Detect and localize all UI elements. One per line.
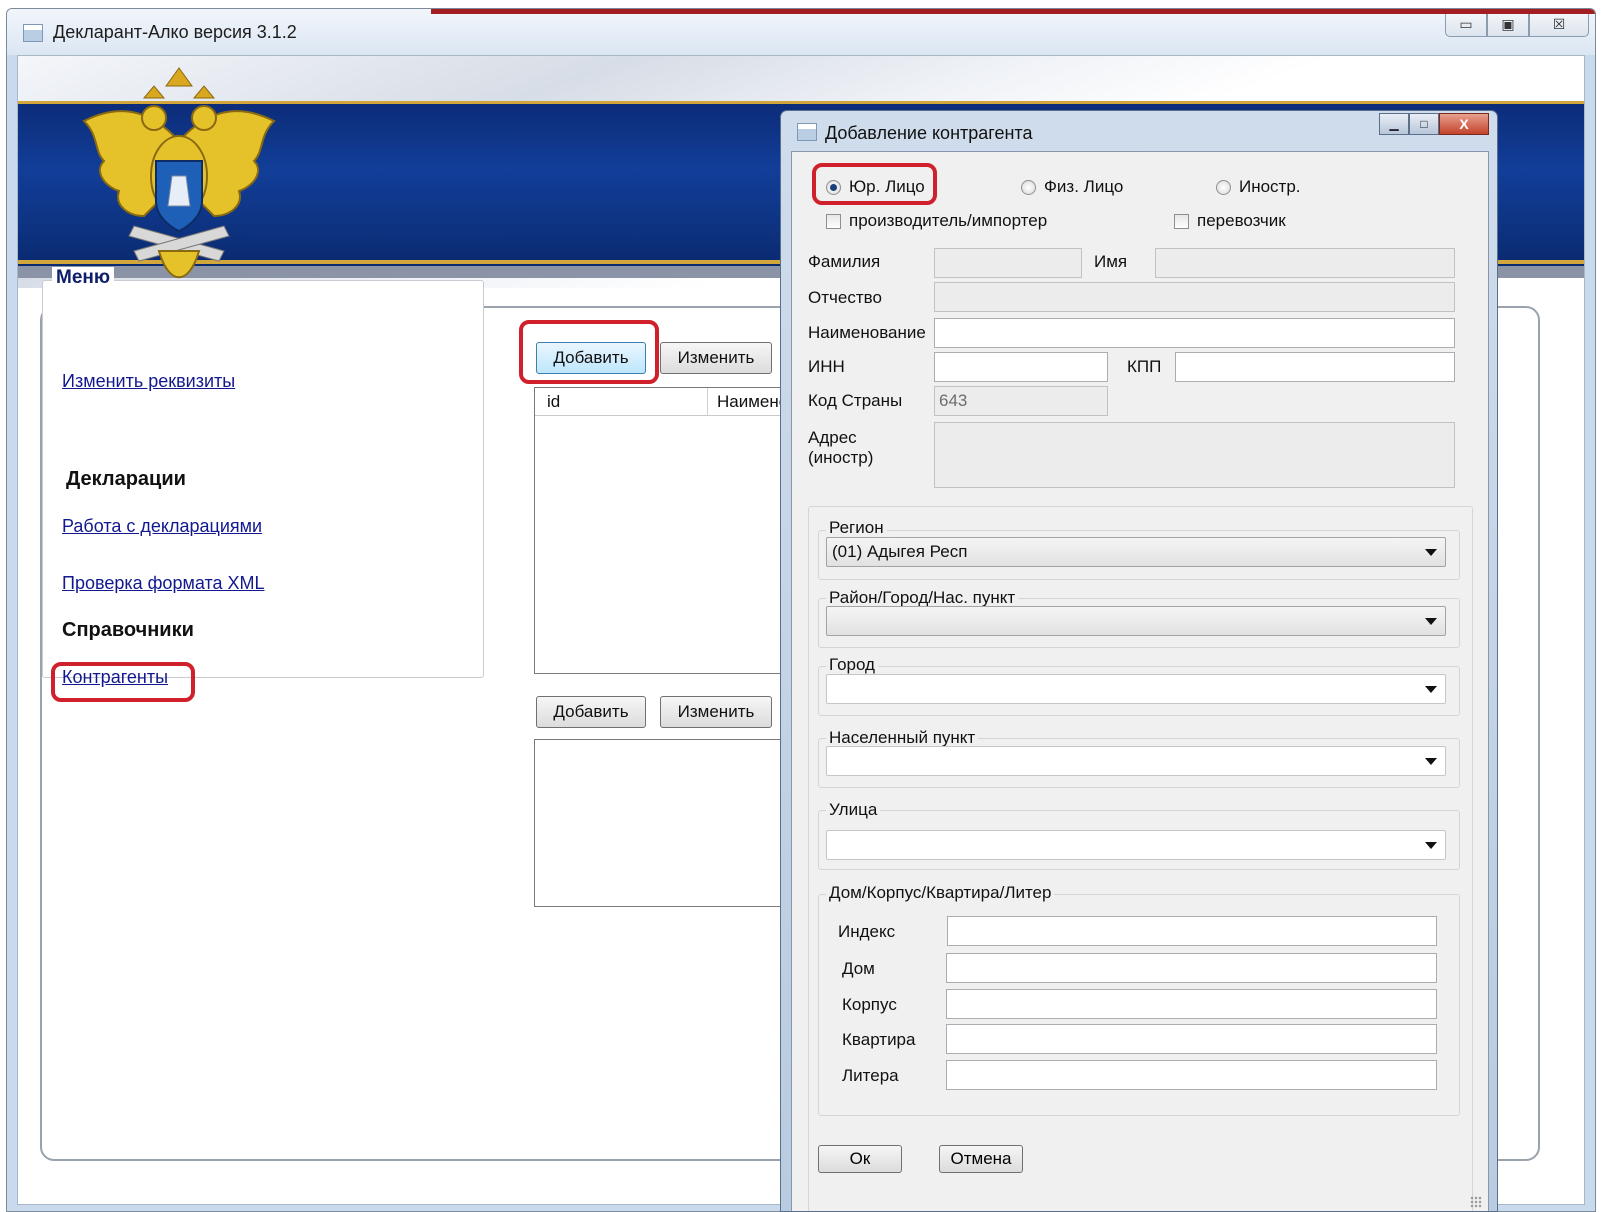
- address-label-foreign: (иностр): [808, 448, 874, 467]
- carrier-label: перевозчик: [1197, 211, 1286, 230]
- menu-title: Меню: [52, 267, 115, 289]
- region-group-title: Регион: [826, 518, 887, 538]
- inn-label: ИНН: [808, 357, 845, 376]
- settlement-group-title: Населенный пункт: [826, 728, 979, 748]
- litera-field[interactable]: [946, 1060, 1437, 1090]
- dialog-window-controls: ▁ □ X: [1379, 113, 1489, 135]
- house-group-title: Дом/Корпус/Квартира/Литер: [826, 883, 1055, 903]
- dialog-minimize-icon[interactable]: ▁: [1379, 113, 1409, 135]
- dropdown-arrow-icon: [1425, 618, 1437, 625]
- region-combo-value: (01) Адыгея Респ: [832, 542, 968, 561]
- window-title: Декларант-Алко версия 3.1.2: [53, 22, 297, 42]
- checkbox-icon: [1174, 213, 1189, 229]
- district-group-title: Район/Город/Нас. пункт: [826, 588, 1019, 608]
- resize-grip-icon[interactable]: [1470, 1196, 1482, 1208]
- ok-button[interactable]: Ок: [818, 1145, 902, 1173]
- city-group-title: Город: [826, 655, 878, 675]
- grid-column-name[interactable]: Наимено: [717, 392, 788, 412]
- secondary-grid[interactable]: [534, 739, 794, 907]
- close-icon[interactable]: ☒: [1529, 11, 1589, 37]
- counterparties-link[interactable]: Контрагенты: [62, 667, 168, 688]
- title-bar[interactable]: Декларант-Алко версия 3.1.2 ▭ ▣ ☒: [7, 9, 1595, 55]
- radio-checked-icon: [826, 179, 841, 195]
- radio-foreign-label: Иностр.: [1239, 177, 1301, 196]
- radio-foreign[interactable]: Иностр.: [1216, 177, 1301, 197]
- minimize-icon[interactable]: ▭: [1445, 11, 1487, 37]
- window-controls: ▭ ▣ ☒: [1445, 11, 1589, 37]
- region-combo[interactable]: (01) Адыгея Респ: [826, 537, 1446, 567]
- grid-header: id Наимено: [535, 388, 793, 416]
- edit-secondary-button[interactable]: Изменить: [660, 696, 772, 728]
- surname-label: Фамилия: [808, 252, 881, 271]
- index-label: Индекс: [838, 922, 896, 941]
- cancel-button[interactable]: Отмена: [939, 1145, 1023, 1173]
- city-combo[interactable]: [826, 674, 1446, 704]
- country-code-field[interactable]: 643: [934, 386, 1108, 416]
- surname-field[interactable]: [934, 248, 1082, 278]
- dropdown-arrow-icon: [1425, 686, 1437, 693]
- radio-unchecked-icon: [1216, 179, 1231, 195]
- dialog-title: Добавление контрагента: [825, 123, 1033, 143]
- dialog-title-bar[interactable]: Добавление контрагента ▁ □ X: [781, 111, 1497, 151]
- edit-counterparty-button[interactable]: Изменить: [660, 342, 772, 374]
- kpp-label: КПП: [1127, 357, 1162, 376]
- carrier-checkbox[interactable]: перевозчик: [1174, 211, 1286, 231]
- top-accent-stripe: [431, 9, 1595, 14]
- street-group-title: Улица: [826, 800, 881, 820]
- grid-column-id[interactable]: id: [547, 392, 560, 412]
- house-field[interactable]: [946, 953, 1437, 983]
- dialog-maximize-icon[interactable]: □: [1409, 113, 1439, 135]
- house-label: Дом: [842, 959, 875, 978]
- references-heading: Справочники: [62, 619, 194, 641]
- address-label: Адрес: [808, 428, 857, 447]
- dropdown-arrow-icon: [1425, 549, 1437, 556]
- dropdown-arrow-icon: [1425, 758, 1437, 765]
- apartment-field[interactable]: [946, 1024, 1437, 1054]
- title-label: Наименование: [808, 323, 926, 342]
- name-field[interactable]: [1155, 248, 1455, 278]
- add-counterparty-button[interactable]: Добавить: [536, 342, 646, 374]
- work-with-declarations-link[interactable]: Работа с декларациями: [62, 516, 262, 537]
- patronymic-field[interactable]: [934, 282, 1455, 312]
- edit-requisites-link[interactable]: Изменить реквизиты: [62, 371, 235, 392]
- country-code-label: Код Страны: [808, 391, 903, 410]
- declarations-heading: Декларации: [66, 468, 186, 490]
- radio-unchecked-icon: [1021, 179, 1036, 195]
- checkbox-icon: [826, 213, 841, 229]
- grid-column-separator: [707, 388, 708, 416]
- radio-legal-entity[interactable]: Юр. Лицо: [826, 177, 925, 197]
- building-field[interactable]: [946, 989, 1437, 1019]
- litera-label: Литера: [842, 1066, 899, 1085]
- street-combo[interactable]: [826, 830, 1446, 860]
- foreign-address-field[interactable]: [934, 422, 1455, 488]
- apartment-label: Квартира: [842, 1030, 916, 1049]
- dropdown-arrow-icon: [1425, 842, 1437, 849]
- kpp-field[interactable]: [1175, 352, 1455, 382]
- app-window-icon: [23, 24, 43, 42]
- inn-field[interactable]: [934, 352, 1108, 382]
- check-xml-format-link[interactable]: Проверка формата XML: [62, 573, 265, 594]
- add-counterparty-dialog: Добавление контрагента ▁ □ X Юр. Лицо Фи…: [780, 110, 1498, 1212]
- dialog-close-icon[interactable]: X: [1439, 113, 1489, 135]
- district-combo[interactable]: [826, 606, 1446, 636]
- building-label: Корпус: [842, 995, 897, 1014]
- add-secondary-button[interactable]: Добавить: [536, 696, 646, 728]
- title-field[interactable]: [934, 318, 1455, 348]
- radio-individual[interactable]: Физ. Лицо: [1021, 177, 1123, 197]
- producer-importer-checkbox[interactable]: производитель/импортер: [826, 211, 1047, 231]
- patronymic-label: Отчество: [808, 288, 882, 307]
- dialog-window-icon: [797, 123, 817, 141]
- settlement-combo[interactable]: [826, 746, 1446, 776]
- radio-legal-entity-label: Юр. Лицо: [849, 177, 925, 196]
- name-label: Имя: [1094, 252, 1128, 271]
- producer-importer-label: производитель/импортер: [849, 211, 1048, 230]
- maximize-icon[interactable]: ▣: [1487, 11, 1529, 37]
- counterparties-grid[interactable]: id Наимено: [534, 387, 794, 674]
- radio-individual-label: Физ. Лицо: [1044, 177, 1124, 196]
- index-field[interactable]: [947, 916, 1437, 946]
- dialog-client-area: Юр. Лицо Физ. Лицо Иностр. производитель…: [791, 151, 1489, 1211]
